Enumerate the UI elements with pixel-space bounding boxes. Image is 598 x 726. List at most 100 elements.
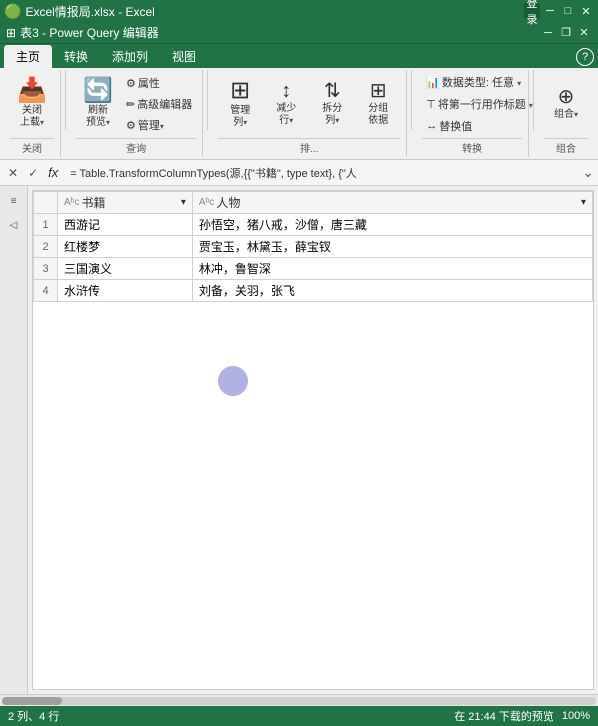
- excel-title-text: Excel情报局.xlsx - Excel: [25, 3, 154, 20]
- ribbon-group-close: 📥 关闭上载▾ 关闭: [4, 70, 61, 157]
- excel-close-btn[interactable]: ✕: [578, 3, 594, 19]
- pq-title-text: 表3 - Power Query 编辑器: [20, 24, 159, 41]
- excel-title-controls: 登录 ─ □ ✕: [524, 3, 594, 19]
- cell-book[interactable]: 西游记: [58, 214, 193, 236]
- col-header-people[interactable]: Aᵇc 人物 ▾: [192, 192, 592, 214]
- manage-button[interactable]: ⚙ 管理▾: [122, 115, 196, 135]
- query-right-items: ⚙ 属性 ✏ 高级编辑器 ⚙ 管理▾: [122, 73, 196, 135]
- excel-login-btn[interactable]: 登录: [524, 3, 540, 19]
- pq-min-btn[interactable]: ─: [540, 25, 556, 41]
- formula-fx-label: fx: [44, 165, 62, 180]
- help-button[interactable]: ?: [576, 48, 594, 66]
- excel-icon: 🟢: [4, 3, 21, 20]
- cell-book[interactable]: 红楼梦: [58, 236, 193, 258]
- reduce-rows-button[interactable]: ↕ 减少行▾: [264, 77, 308, 131]
- replace-value-label: 替换值: [439, 118, 472, 134]
- sidebar-queries-icon[interactable]: ≡: [3, 190, 25, 212]
- refresh-icon: 🔄: [83, 79, 113, 103]
- ribbon-group-transform: 📊 数据类型: 任意 ▾ ⊤ 将第一行用作标题 ▾ ↔ 替换值 转换: [416, 70, 529, 157]
- formula-text: = Table.TransformColumnTypes(源,{{"书籍", t…: [70, 165, 357, 181]
- pq-icon: ⊞: [6, 26, 16, 40]
- data-type-icon: 📊: [426, 76, 440, 89]
- table-row: 3 三国演义 林冲，鲁智深: [34, 258, 593, 280]
- properties-label: 属性: [138, 75, 160, 91]
- cursor-pointer: [218, 366, 248, 396]
- excel-title-bar: 🟢 Excel情报局.xlsx - Excel 登录 ─ □ ✕: [0, 0, 598, 22]
- separator-3: [411, 70, 412, 130]
- tab-view[interactable]: 视图: [160, 45, 208, 68]
- data-type-button[interactable]: 📊 数据类型: 任意 ▾: [422, 72, 525, 92]
- advanced-editor-icon: ✏: [126, 98, 135, 111]
- cell-people[interactable]: 刘备，关羽，张飞: [192, 280, 592, 302]
- ribbon: 📥 关闭上载▾ 关闭 🔄 刷新预览▾ ⚙ 属性 ✏ 高级编辑器: [0, 68, 598, 160]
- split-column-icon: ⇅: [324, 81, 341, 101]
- pq-title-controls[interactable]: ─ ❐ ✕: [540, 25, 592, 41]
- group-by-icon: ⊞: [370, 81, 387, 101]
- status-left: 2 列、4 行: [8, 708, 59, 724]
- cell-book[interactable]: 三国演义: [58, 258, 193, 280]
- advanced-editor-button[interactable]: ✏ 高级编辑器: [122, 94, 196, 114]
- row-number: 3: [34, 258, 58, 280]
- scrollbar-thumb[interactable]: [2, 697, 62, 705]
- separator-2: [207, 70, 208, 130]
- cell-people[interactable]: 孙悟空，猪八戒，沙僧，唐三藏: [192, 214, 592, 236]
- tab-add-column[interactable]: 添加列: [100, 45, 160, 68]
- pq-title-left: ⊞ 表3 - Power Query 编辑器: [6, 24, 159, 41]
- ribbon-group-query-label: 查询: [76, 138, 196, 155]
- ribbon-group-close-label: 关闭: [10, 138, 54, 155]
- formula-confirm-btn[interactable]: ✓: [24, 165, 42, 181]
- ribbon-group-sort-label: 排...: [218, 138, 400, 155]
- excel-max-btn[interactable]: □: [560, 3, 576, 19]
- sidebar-collapse-icon[interactable]: ◁: [3, 214, 25, 236]
- use-first-row-icon: ⊤: [426, 98, 436, 111]
- zoom-level: 100%: [562, 710, 590, 722]
- main-area: ≡ ◁ Aᵇc 书籍 ▾ Aᵇc: [0, 186, 598, 694]
- ribbon-query-items: 🔄 刷新预览▾ ⚙ 属性 ✏ 高级编辑器 ⚙ 管理▾: [76, 72, 196, 136]
- excel-title-left: 🟢 Excel情报局.xlsx - Excel: [4, 3, 155, 20]
- close-load-label: 关闭上载▾: [20, 105, 44, 129]
- col-header-books[interactable]: Aᵇc 书籍 ▾: [58, 192, 193, 214]
- excel-min-btn[interactable]: ─: [542, 3, 558, 19]
- manage-columns-button[interactable]: ⊞ 管理列▾: [218, 75, 262, 133]
- col-name-people: 人物: [216, 194, 240, 211]
- split-column-button[interactable]: ⇅ 拆分列▾: [310, 77, 354, 131]
- table-row: 2 红楼梦 贾宝玉，林黛玉，薛宝钗: [34, 236, 593, 258]
- reduce-rows-label: 减少行▾: [276, 103, 296, 127]
- close-load-icon: 📥: [17, 79, 47, 103]
- col-filter-people[interactable]: ▾: [581, 197, 586, 208]
- properties-button[interactable]: ⚙ 属性: [122, 73, 196, 93]
- close-load-button[interactable]: 📥 关闭上载▾: [10, 75, 54, 133]
- formula-bar: ✕ ✓ fx = Table.TransformColumnTypes(源,{{…: [0, 160, 598, 186]
- data-type-label: 数据类型: 任意 ▾: [442, 74, 521, 90]
- cell-people[interactable]: 林冲，鲁智深: [192, 258, 592, 280]
- replace-value-button[interactable]: ↔ 替换值: [422, 116, 476, 136]
- pq-close-btn[interactable]: ✕: [576, 25, 592, 41]
- refresh-preview-button[interactable]: 🔄 刷新预览▾: [76, 75, 120, 133]
- ribbon-transform-items: 📊 数据类型: 任意 ▾ ⊤ 将第一行用作标题 ▾ ↔ 替换值: [422, 72, 537, 136]
- combine-label: 组合▾: [554, 109, 578, 121]
- ribbon-group-query: 🔄 刷新预览▾ ⚙ 属性 ✏ 高级编辑器 ⚙ 管理▾ 查询: [70, 70, 203, 157]
- row-num-header: [34, 192, 58, 214]
- cell-book[interactable]: 水浒传: [58, 280, 193, 302]
- manage-columns-icon: ⊞: [230, 79, 250, 103]
- manage-icon: ⚙: [126, 119, 136, 132]
- col-filter-books[interactable]: ▾: [181, 197, 186, 208]
- advanced-editor-label: 高级编辑器: [137, 96, 192, 112]
- tab-transform[interactable]: 转换: [52, 45, 100, 68]
- cell-people[interactable]: 贾宝玉，林黛玉，薛宝钗: [192, 236, 592, 258]
- scrollbar-track[interactable]: [2, 697, 596, 705]
- combine-button[interactable]: ⊕ 组合▾: [544, 83, 588, 125]
- horizontal-scrollbar[interactable]: [0, 694, 598, 706]
- group-by-label: 分组依据: [368, 103, 388, 127]
- row-number: 2: [34, 236, 58, 258]
- pq-title-bar: ⊞ 表3 - Power Query 编辑器 ─ ❐ ✕: [0, 22, 598, 44]
- separator-1: [65, 70, 66, 130]
- formula-content[interactable]: = Table.TransformColumnTypes(源,{{"书籍", t…: [66, 164, 578, 182]
- formula-expand-btn[interactable]: ⌄: [582, 164, 594, 181]
- tab-home[interactable]: 主页: [4, 45, 52, 68]
- pq-restore-btn[interactable]: ❐: [558, 25, 574, 41]
- use-first-row-button[interactable]: ⊤ 将第一行用作标题 ▾: [422, 94, 537, 114]
- formula-cancel-btn[interactable]: ✕: [4, 165, 22, 181]
- tab-strip: 主页 转换 添加列 视图 ?: [0, 44, 598, 68]
- group-by-button[interactable]: ⊞ 分组依据: [356, 77, 400, 131]
